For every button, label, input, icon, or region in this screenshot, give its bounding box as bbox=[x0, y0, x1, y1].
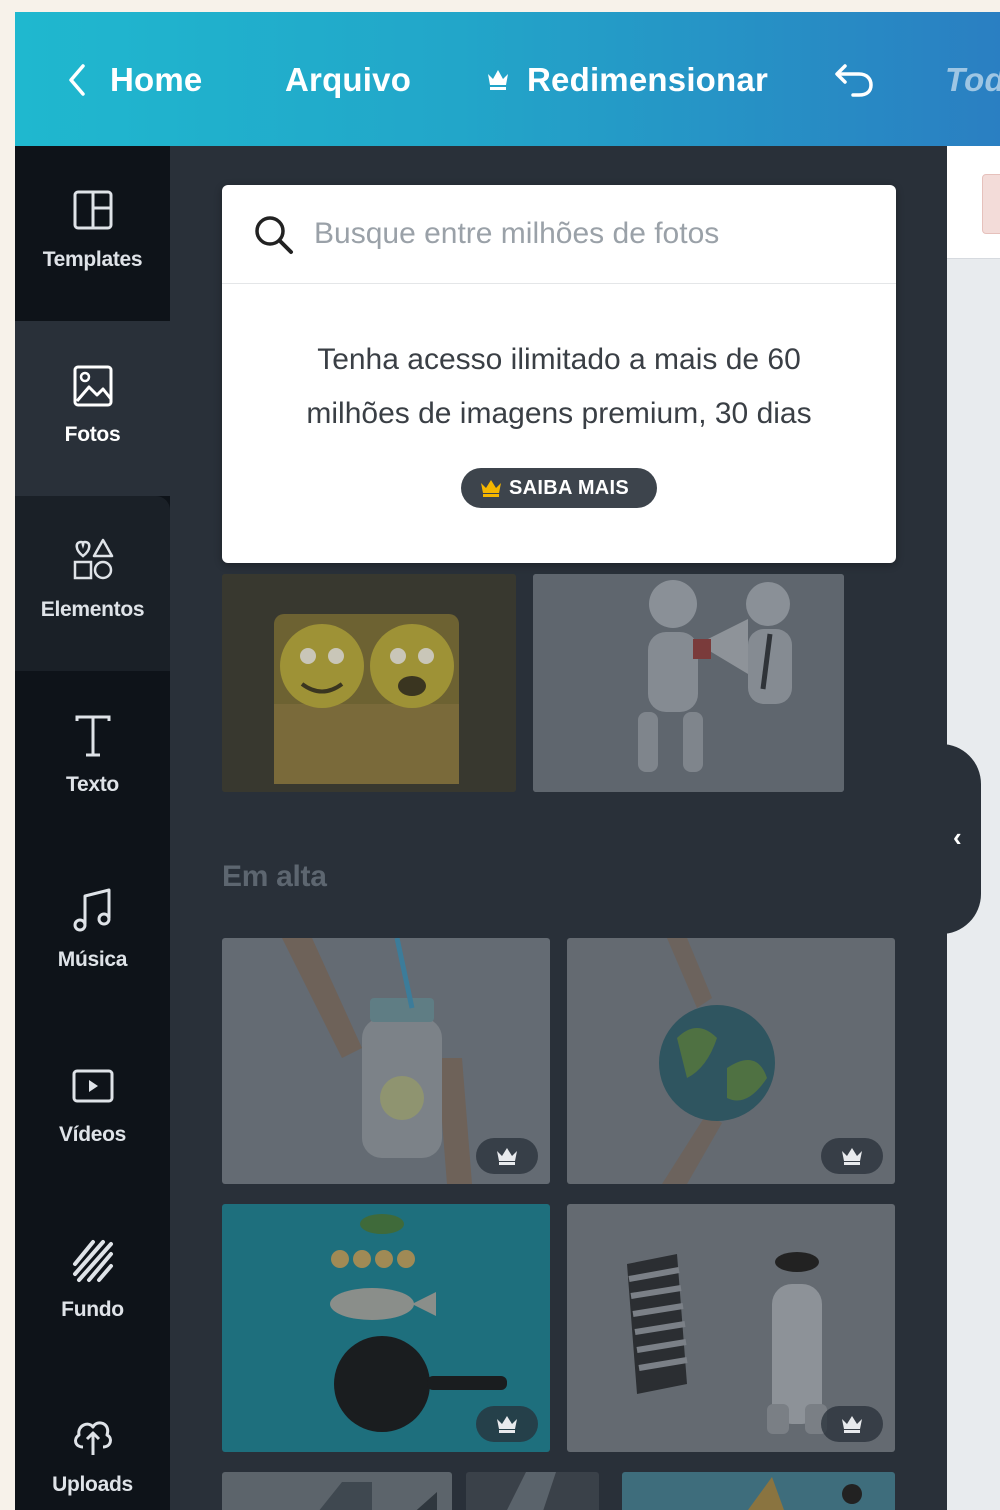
sidebar-item-templates[interactable]: Templates bbox=[15, 146, 170, 321]
crown-icon bbox=[497, 1416, 517, 1433]
chevron-left-icon: ‹ bbox=[953, 822, 962, 852]
city-photo bbox=[222, 1472, 452, 1510]
file-menu-button[interactable]: Arquivo bbox=[285, 60, 411, 100]
color-swatch[interactable] bbox=[982, 174, 1000, 234]
undo-button[interactable] bbox=[833, 60, 875, 109]
upload-icon bbox=[74, 1421, 112, 1455]
sidebar-item-elements[interactable]: Elementos bbox=[15, 496, 170, 671]
sidebar-item-label: Uploads bbox=[52, 1473, 133, 1496]
premium-badge bbox=[821, 1406, 883, 1442]
photo-search-bar bbox=[222, 185, 896, 284]
crown-icon bbox=[488, 70, 508, 90]
crown-icon bbox=[481, 480, 501, 497]
text-icon bbox=[75, 715, 111, 757]
sidebar-item-label: Texto bbox=[66, 773, 119, 796]
search-popup: Tenha acesso ilimitado a mais de 60 milh… bbox=[222, 185, 896, 563]
templates-icon bbox=[73, 190, 113, 230]
premium-promo-text: Tenha acesso ilimitado a mais de 60 milh… bbox=[262, 333, 856, 441]
sidebar-item-label: Vídeos bbox=[58, 1123, 127, 1146]
photo-search-input[interactable] bbox=[312, 209, 876, 259]
learn-more-label: SAIBA MAIS bbox=[509, 477, 630, 499]
photo-thumbnail[interactable] bbox=[567, 938, 895, 1184]
sidebar-item-background[interactable]: Fundo bbox=[15, 1196, 170, 1371]
figures-megaphone-photo bbox=[533, 574, 844, 792]
crown-icon bbox=[842, 1416, 862, 1433]
elements-icon bbox=[73, 538, 114, 580]
sidebar-item-label: Música bbox=[57, 948, 128, 971]
home-label: Home bbox=[110, 61, 203, 98]
background-icon bbox=[73, 1240, 113, 1282]
photo-thumbnail[interactable] bbox=[533, 574, 844, 792]
top-bar: Home Arquivo Redimensionar Tod bbox=[15, 12, 1000, 146]
photo-thumbnail[interactable] bbox=[222, 1472, 452, 1510]
photo-thumbnail[interactable] bbox=[466, 1472, 599, 1510]
resize-label: Redimensionar bbox=[527, 61, 768, 98]
sidebar-item-label: Elementos bbox=[40, 598, 145, 621]
chevron-left-icon bbox=[69, 64, 85, 96]
sidebar-item-music[interactable]: Música bbox=[15, 846, 170, 1021]
sidebar-item-label: Fundo bbox=[61, 1298, 124, 1321]
sidebar-item-label: Fotos bbox=[64, 423, 121, 446]
crown-icon bbox=[497, 1148, 517, 1165]
crown-icon bbox=[842, 1148, 862, 1165]
premium-badge bbox=[821, 1138, 883, 1174]
sidebar-item-uploads[interactable]: Uploads bbox=[15, 1371, 170, 1510]
premium-badge bbox=[476, 1406, 538, 1442]
section-title-trending: Em alta bbox=[222, 860, 327, 893]
photo-thumbnail[interactable] bbox=[622, 1472, 895, 1510]
music-icon bbox=[73, 888, 111, 932]
collapse-panel-button[interactable]: ‹ bbox=[933, 744, 981, 934]
emoji-pillows-photo bbox=[222, 574, 516, 792]
boat-photo bbox=[622, 1472, 895, 1510]
learn-more-button[interactable]: SAIBA MAIS bbox=[461, 468, 657, 508]
sidebar-item-videos[interactable]: Vídeos bbox=[15, 1021, 170, 1196]
photo-thumbnail[interactable] bbox=[222, 1204, 550, 1452]
sidebar-item-text[interactable]: Texto bbox=[15, 671, 170, 846]
undo-icon bbox=[835, 64, 873, 97]
editor-app: Home Arquivo Redimensionar Tod Templates… bbox=[15, 12, 1000, 1510]
promo-line-1: Tenha acesso ilimitado a mais de 60 bbox=[317, 343, 801, 376]
photo-thumbnail[interactable] bbox=[567, 1204, 895, 1452]
sidebar-item-label: Templates bbox=[42, 248, 143, 271]
video-icon bbox=[72, 1069, 114, 1103]
photo-thumbnail[interactable] bbox=[222, 938, 550, 1184]
sidebar-item-photos[interactable]: Fotos bbox=[15, 321, 170, 496]
canvas-toolbar bbox=[947, 146, 1000, 259]
photo-icon bbox=[73, 365, 113, 407]
premium-badge bbox=[476, 1138, 538, 1174]
search-icon bbox=[255, 216, 293, 254]
building-photo bbox=[466, 1472, 599, 1510]
promo-line-2: milhões de imagens premium, 30 dias bbox=[306, 397, 812, 430]
all-changes-saved-text: Tod bbox=[945, 61, 1000, 98]
sidebar-rail: Templates Fotos Elementos Texto Música V… bbox=[15, 146, 170, 1510]
photo-thumbnail[interactable] bbox=[222, 574, 516, 792]
